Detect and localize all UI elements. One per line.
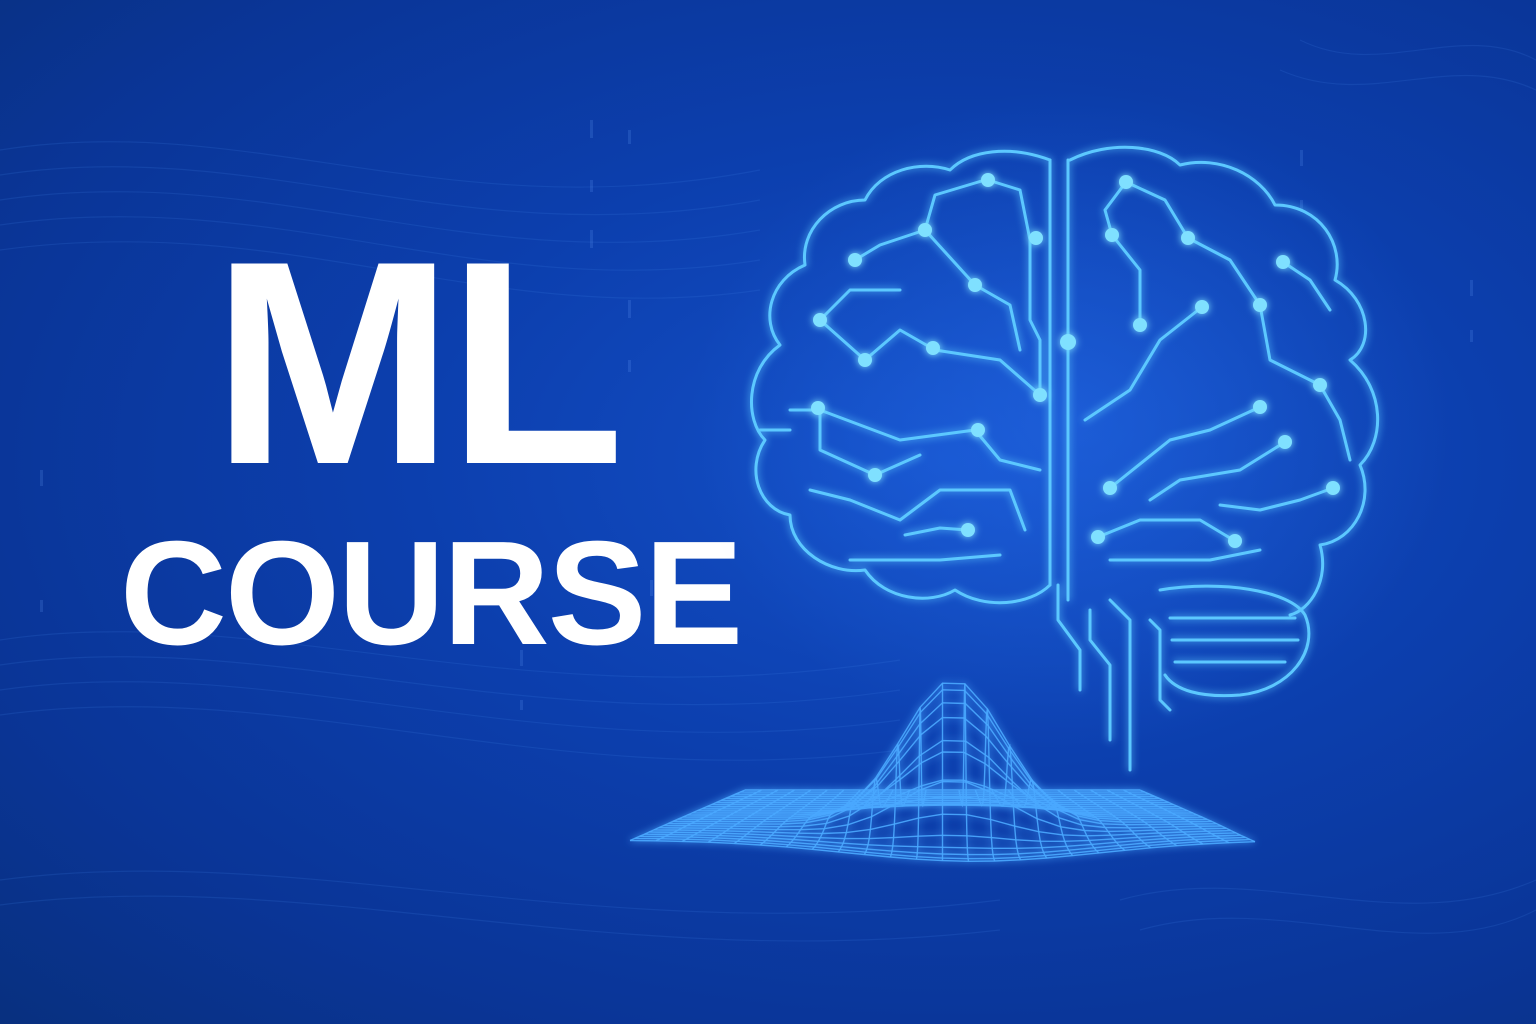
illustration bbox=[629, 90, 1450, 863]
banner: ML COURSE bbox=[0, 0, 1536, 1024]
brain-glow bbox=[690, 90, 1450, 750]
